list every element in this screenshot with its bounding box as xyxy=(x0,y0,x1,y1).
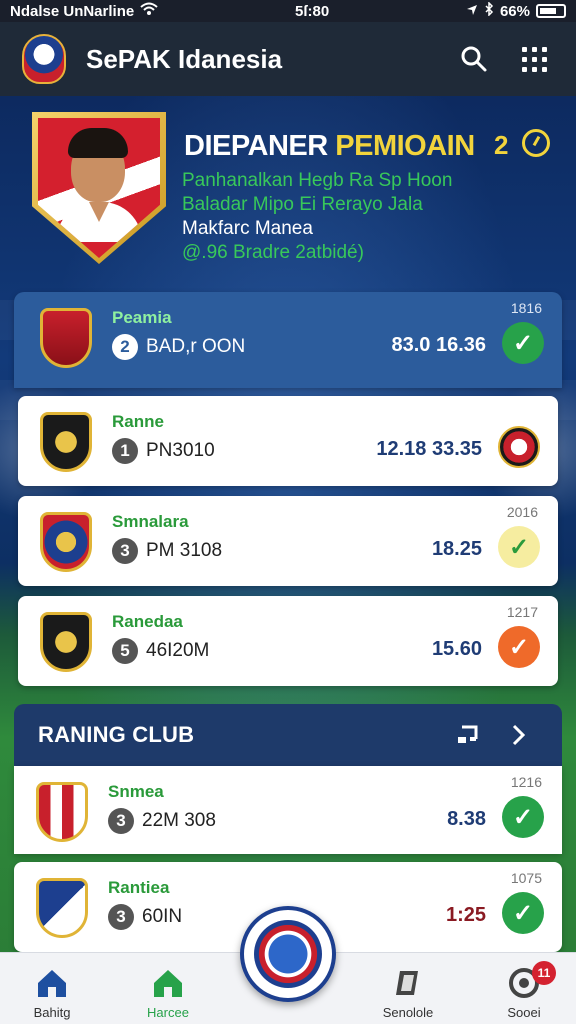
match-label: PM 3108 xyxy=(146,540,223,561)
section-title: RANING CLUB xyxy=(38,722,195,747)
match-score: 18.25 xyxy=(431,538,482,560)
clock-icon[interactable] xyxy=(522,129,550,157)
search-button[interactable] xyxy=(454,39,494,79)
match-score: 12.18 33.35 xyxy=(376,438,482,460)
nav-label: Sooei xyxy=(507,1005,541,1020)
notification-badge: 11 xyxy=(532,961,556,985)
match-meta: 1075 xyxy=(510,870,542,886)
club-badge-icon xyxy=(40,412,92,472)
home-icon xyxy=(38,970,66,997)
match-label: BAD,r OON xyxy=(146,336,246,357)
rank-badge: 3 xyxy=(108,904,134,930)
nav-label: Senolole xyxy=(382,1005,434,1020)
profile-line-4: @.96 Bradre 2atbidé) xyxy=(182,242,364,263)
grid-icon xyxy=(521,46,547,72)
club-badge-icon xyxy=(36,782,88,842)
profile-line-1: Panhanalkan Hegb Ra Sp Hoon xyxy=(182,170,453,191)
cube-icon xyxy=(396,971,418,995)
nav-item-harcee[interactable]: Harcee xyxy=(116,953,220,1024)
apps-grid-button[interactable] xyxy=(514,39,554,79)
match-label: 46I20M xyxy=(146,640,210,661)
battery-icon xyxy=(535,4,566,18)
match-card[interactable]: Smnalara 3 PM 3108 2016 18.25 ✓ xyxy=(18,496,558,586)
ranking-club-header: RANING CLUB xyxy=(14,704,562,766)
club-badge-icon xyxy=(40,308,92,368)
club-badge-icon xyxy=(40,512,92,572)
match-meta: 2016 xyxy=(506,504,538,520)
team-name: Rantiea xyxy=(108,878,170,897)
check-icon[interactable]: ✓ xyxy=(498,526,540,568)
team-name: Ranne xyxy=(112,412,164,431)
music-filter-button[interactable] xyxy=(448,715,488,755)
next-button[interactable] xyxy=(498,715,538,755)
music-note-icon xyxy=(458,725,478,743)
match-score: 83.0 16.36 xyxy=(391,334,486,356)
match-label: 60IN xyxy=(142,906,183,927)
location-icon xyxy=(466,3,478,20)
team-name: Snmea xyxy=(108,782,164,801)
match-label: PN3010 xyxy=(146,440,215,461)
nav-label: Bahitg xyxy=(33,1005,71,1020)
wifi-icon xyxy=(140,2,158,20)
rank-badge: 1 xyxy=(112,438,138,464)
check-icon[interactable]: ✓ xyxy=(502,892,544,934)
check-icon[interactable]: ✓ xyxy=(502,322,544,364)
match-score: 15.60 xyxy=(431,638,482,660)
home-icon xyxy=(154,970,182,997)
carrier-label: Ndalse UnNarline xyxy=(10,2,135,20)
profile-title: DIEPANER PEMIOAIN xyxy=(184,130,475,162)
club-badge-icon xyxy=(36,878,88,938)
app-title: SePAK Idanesia xyxy=(86,43,283,74)
team-name: Ranedaa xyxy=(112,612,183,631)
nav-item-home[interactable]: Bahitg xyxy=(0,953,104,1024)
center-emblem-button[interactable] xyxy=(240,906,336,1002)
clock: 5ſ:80 xyxy=(294,2,330,20)
opponent-crest-icon[interactable] xyxy=(498,426,540,468)
app-logo[interactable] xyxy=(22,34,66,84)
app-header: SePAK Idanesia xyxy=(0,22,576,96)
nav-label: Harcee xyxy=(147,1005,189,1020)
profile-line-2: Baladar Mipo Ei Rerayo Jala xyxy=(182,194,423,215)
match-label: 22M 308 xyxy=(142,810,216,831)
match-card[interactable]: Peamia 2 BAD,r OON 1816 83.0 16.36 ✓ xyxy=(14,292,562,388)
rank-badge: 5 xyxy=(112,638,138,664)
match-meta: 1216 xyxy=(510,774,542,790)
match-card[interactable]: Ranne 1 PN3010 12.18 33.35 xyxy=(18,396,558,486)
check-icon[interactable]: ✓ xyxy=(498,626,540,668)
match-card[interactable]: Ranedaa 5 46I20M 1217 15.60 ✓ xyxy=(18,596,558,686)
club-badge-icon xyxy=(40,612,92,672)
match-meta: 1816 xyxy=(510,300,542,316)
rank-badge: 2 xyxy=(112,334,138,360)
federation-emblem-icon xyxy=(254,920,322,988)
rank-badge: 3 xyxy=(108,808,134,834)
check-icon[interactable]: ✓ xyxy=(502,796,544,838)
player-crest[interactable] xyxy=(32,112,166,264)
ranking-row[interactable]: Snmea 3 22M 308 1216 8.38 ✓ xyxy=(14,766,562,854)
player-profile: DIEPANER PEMIOAIN 2 Panhanalkan Hegb Ra … xyxy=(0,96,576,296)
match-meta: 1217 xyxy=(506,604,538,620)
match-score: 8.38 xyxy=(447,808,486,830)
match-score: 1:25 xyxy=(445,904,486,926)
battery-percent: 66% xyxy=(499,2,530,20)
nav-item-settings[interactable]: 11 Sooei xyxy=(472,953,576,1024)
bluetooth-icon xyxy=(484,1,494,20)
nav-item-senolole[interactable]: Senolole xyxy=(356,953,460,1024)
profile-number: 2 xyxy=(494,130,509,160)
rank-badge: 3 xyxy=(112,538,138,564)
search-icon xyxy=(461,46,487,72)
profile-line-3: Makfarc Manea xyxy=(182,218,313,239)
team-name: Smnalara xyxy=(112,512,189,531)
team-name: Peamia xyxy=(112,308,172,327)
status-bar: Ndalse UnNarline 5ſ:80 66% xyxy=(0,0,576,22)
chevron-right-icon xyxy=(512,724,526,746)
